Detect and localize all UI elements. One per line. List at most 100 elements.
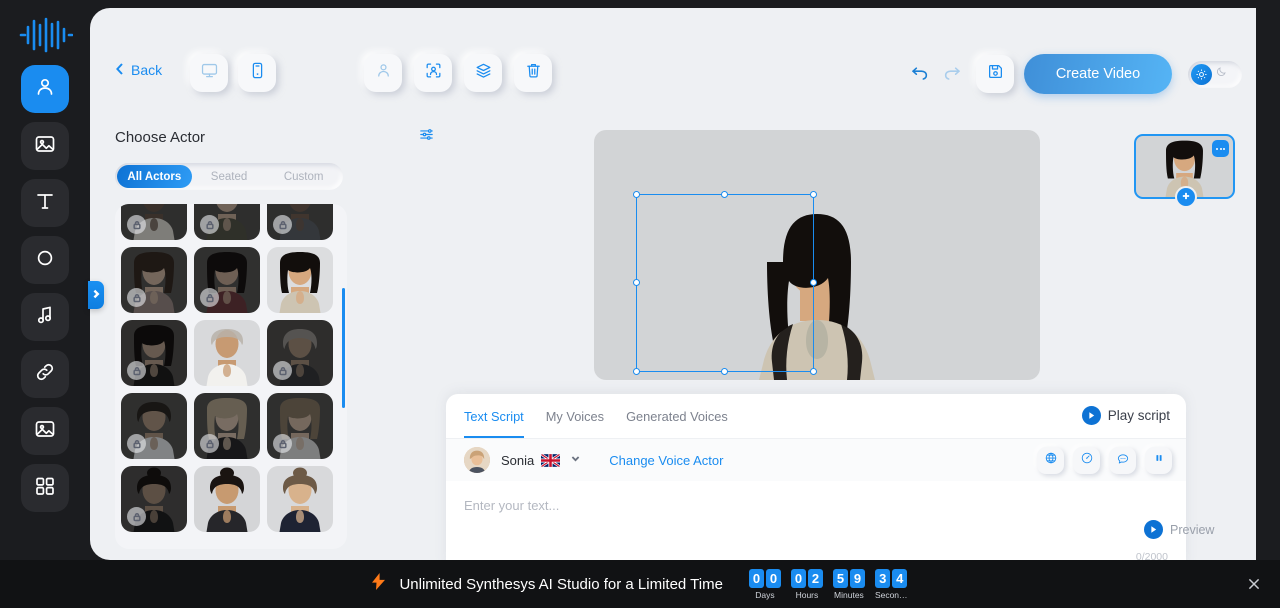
lock-icon: [127, 434, 146, 453]
actor-thumbnail[interactable]: [194, 247, 260, 313]
sidebar-item-text[interactable]: [21, 179, 69, 227]
chevron-down-icon[interactable]: [560, 451, 581, 469]
actor-thumbnail[interactable]: [267, 320, 333, 386]
actor-thumbnail[interactable]: [121, 320, 187, 386]
sliders-icon[interactable]: [418, 126, 435, 148]
countdown-digit: 0: [748, 568, 764, 588]
sidebar-item-background[interactable]: [21, 122, 69, 170]
promo-banner-text: Unlimited Synthesys AI Studio for a Limi…: [399, 575, 723, 593]
sidebar-item-audio[interactable]: [21, 293, 69, 341]
actor-grid-container: [115, 204, 347, 549]
countdown-digits: 34: [875, 568, 908, 588]
mobile-icon: [248, 61, 267, 85]
sidebar-item-media[interactable]: [21, 407, 69, 455]
lock-icon: [127, 361, 146, 380]
resize-handle-top-right[interactable]: [810, 191, 817, 198]
theme-toggle[interactable]: [1188, 60, 1242, 88]
actor-tab-seated[interactable]: Seated: [192, 165, 267, 188]
promo-banner-content: Unlimited Synthesys AI Studio for a Limi…: [372, 568, 908, 600]
actor-thumbnail[interactable]: [194, 204, 260, 240]
change-voice-actor-button[interactable]: Change Voice Actor: [609, 453, 723, 468]
redo-icon[interactable]: [942, 62, 962, 87]
resize-handle-bottom-center[interactable]: [721, 368, 728, 375]
resize-handle-middle-left[interactable]: [633, 279, 640, 286]
actor-thumbnail[interactable]: [194, 320, 260, 386]
sidebar-item-avatar[interactable]: [21, 65, 69, 113]
delete-tool-button[interactable]: [514, 54, 552, 92]
create-video-button[interactable]: Create Video: [1024, 54, 1172, 94]
more-dots-icon[interactable]: [1212, 140, 1229, 157]
actor-tool-button[interactable]: [364, 54, 402, 92]
actor-grid-scrollbar[interactable]: [342, 288, 345, 408]
avatar: [464, 447, 490, 473]
top-toolbar: Back Create Video: [90, 8, 1256, 108]
countdown-digit: 9: [849, 568, 865, 588]
actor-portrait: [267, 247, 333, 313]
language-button[interactable]: [1037, 446, 1064, 474]
sidebar-item-shapes[interactable]: [21, 236, 69, 284]
actor-portrait: [194, 320, 260, 386]
actor-thumbnail[interactable]: [267, 204, 333, 240]
undo-icon[interactable]: [910, 62, 930, 87]
layers-tool-button[interactable]: [464, 54, 502, 92]
play-icon: [1144, 520, 1163, 539]
save-button[interactable]: [976, 55, 1014, 93]
left-rail: [0, 0, 90, 608]
person-icon: [33, 75, 57, 104]
sidebar-item-templates[interactable]: [21, 464, 69, 512]
speed-button[interactable]: [1073, 446, 1100, 474]
sidebar-item-link[interactable]: [21, 350, 69, 398]
countdown-unit: 5 9 Minutes: [832, 568, 865, 600]
countdown-unit: 0 2 Hours: [790, 568, 823, 600]
preview-button[interactable]: Preview: [1144, 520, 1214, 539]
actor-thumbnail[interactable]: [121, 247, 187, 313]
countdown-unit: 0 0 Days: [748, 568, 781, 600]
resize-handle-top-center[interactable]: [721, 191, 728, 198]
monitor-icon: [200, 61, 219, 85]
synthesys-waveform-logo: [17, 14, 74, 56]
actor-thumbnail[interactable]: [121, 466, 187, 532]
face-crop-tool-button[interactable]: [414, 54, 452, 92]
lock-icon: [127, 215, 146, 234]
countdown-digit: 2: [807, 568, 823, 588]
script-input-area[interactable]: Enter your text... 0/2000: [446, 481, 1186, 560]
create-video-label: Create Video: [1055, 66, 1141, 82]
lock-icon: [273, 434, 292, 453]
tab-my-voices[interactable]: My Voices: [546, 394, 604, 438]
plus-icon: [1181, 188, 1191, 206]
desktop-view-button[interactable]: [190, 54, 228, 92]
mobile-view-button[interactable]: [238, 54, 276, 92]
panel-collapse-handle[interactable]: [88, 281, 104, 309]
countdown-timer: 0 0 Days 0 2 Hours 5 9 Minutes 3 4 Secon…: [748, 568, 908, 600]
music-icon: [33, 303, 57, 332]
person-icon: [374, 61, 393, 85]
grid-icon: [33, 474, 57, 503]
actor-thumbnail[interactable]: [267, 247, 333, 313]
countdown-label: Hours: [795, 589, 819, 600]
actor-tab-custom[interactable]: Custom: [266, 165, 341, 188]
play-icon: [1081, 406, 1101, 425]
tab-text-script[interactable]: Text Script: [464, 394, 524, 438]
add-scene-button[interactable]: [1175, 186, 1197, 208]
sun-icon: [1191, 63, 1212, 85]
actor-thumbnail[interactable]: [267, 393, 333, 459]
resize-handle-bottom-left[interactable]: [633, 368, 640, 375]
tab-generated-voices[interactable]: Generated Voices: [626, 394, 728, 438]
resize-handle-bottom-right[interactable]: [810, 368, 817, 375]
trash-icon: [524, 61, 543, 85]
canvas-tools-group: [364, 54, 552, 92]
selection-box[interactable]: [633, 191, 817, 375]
countdown-digit: 4: [892, 568, 908, 588]
actor-tab-all-actors[interactable]: All Actors: [117, 165, 192, 188]
actor-thumbnail[interactable]: [194, 466, 260, 532]
actor-thumbnail[interactable]: [194, 393, 260, 459]
countdown-digit: 0: [765, 568, 781, 588]
image-icon: [33, 132, 57, 161]
actor-thumbnail[interactable]: [267, 466, 333, 532]
resize-handle-top-left[interactable]: [633, 191, 640, 198]
close-icon[interactable]: [1246, 576, 1262, 592]
back-button[interactable]: Back: [115, 62, 162, 78]
resize-handle-middle-right[interactable]: [810, 279, 817, 286]
actor-thumbnail[interactable]: [121, 393, 187, 459]
actor-thumbnail[interactable]: [121, 204, 187, 240]
